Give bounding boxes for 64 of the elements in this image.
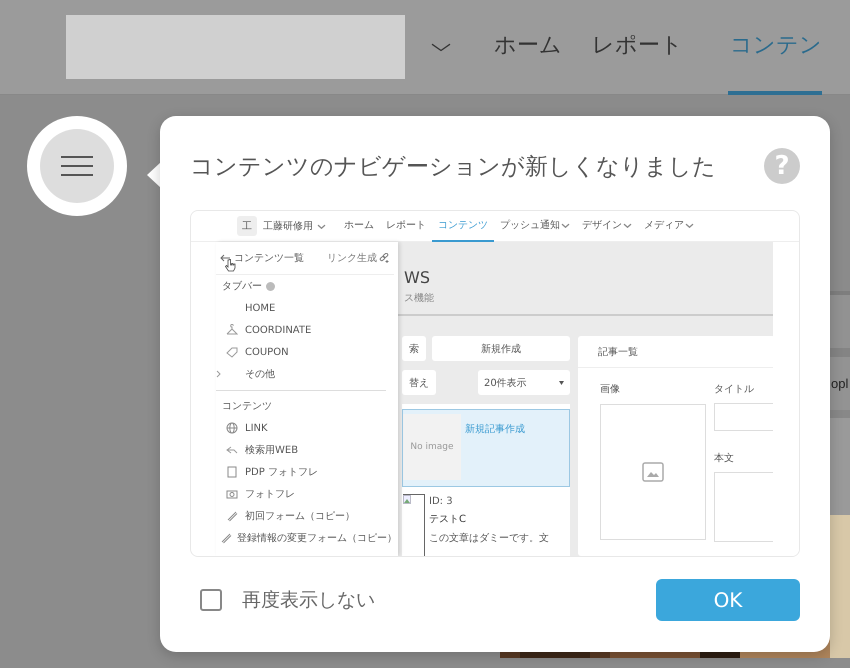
section-label: コンテンツ — [222, 400, 272, 413]
menu-item[interactable]: その他 — [245, 367, 275, 381]
field-label: 本文 — [714, 452, 735, 465]
image-drop-area[interactable] — [600, 404, 706, 540]
nav-tab[interactable]: レポート — [577, 0, 698, 94]
new-button[interactable]: 新規作成 — [432, 336, 570, 361]
nav-tab[interactable]: ホーム — [338, 211, 380, 242]
back-arrow-icon — [220, 254, 230, 262]
brand-badge: 工 — [237, 216, 257, 236]
chevron-down-icon — [561, 222, 570, 228]
menu-item[interactable]: 検索用WEB — [245, 443, 298, 457]
link-icon — [379, 253, 390, 263]
page-icon — [226, 466, 238, 478]
hanger-icon — [226, 324, 238, 336]
page-title: WS — [404, 268, 431, 287]
arrow-icon — [226, 444, 238, 456]
menu-item[interactable]: 登録情報の変更フォーム（コピー） — [237, 531, 397, 545]
chevron-right-icon — [216, 370, 221, 378]
article-item[interactable]: ID: 3 テストC この文章はダミーです。文 — [402, 487, 570, 556]
field-label: タイトル — [714, 383, 755, 396]
section-label: タブバー — [222, 280, 262, 293]
checkbox[interactable] — [200, 589, 222, 611]
nav-tab[interactable]: メディア — [638, 211, 700, 242]
search-button[interactable]: 索 — [402, 336, 426, 361]
link-generate-button[interactable]: リンク生成 — [327, 251, 390, 265]
dialog-title: コンテンツのナビゲーションが新しくなりました — [190, 152, 716, 182]
globe-icon — [226, 422, 238, 434]
menu-item[interactable]: COORDINATE — [245, 324, 312, 336]
per-page-select[interactable]: 20件表示 — [478, 370, 570, 395]
article-title: テストC — [429, 513, 467, 526]
sort-button[interactable]: 替え — [402, 370, 436, 395]
caret-icon — [559, 380, 564, 384]
menu-item[interactable]: LINK — [245, 422, 268, 434]
hand-cursor-icon — [225, 259, 236, 272]
account-name[interactable]: 工藤研修用 — [263, 219, 313, 233]
card-text: opl — [831, 376, 848, 391]
page-subtitle: ス機能 — [404, 292, 435, 305]
article-id: ID: 3 — [429, 496, 454, 507]
pencil-icon — [220, 532, 232, 544]
pencil-icon — [226, 510, 238, 522]
image-icon — [642, 462, 664, 482]
chevron-down-icon — [623, 222, 632, 228]
chevron-down-icon — [317, 222, 326, 230]
menu-icon — [61, 154, 93, 178]
menu-item[interactable]: PDP フォトフレ — [245, 465, 318, 479]
field-label: 画像 — [600, 383, 621, 396]
camera-icon — [226, 488, 238, 500]
article-excerpt: この文章はダミーです。文 — [429, 532, 549, 545]
menu-item[interactable]: 初回フォーム（コピー） — [245, 509, 355, 523]
checkbox-label: 再度表示しない — [242, 588, 375, 613]
back-link[interactable]: コンテンツ一覧 — [220, 251, 304, 265]
no-image-text: No image — [410, 442, 454, 452]
tag-icon — [226, 346, 238, 358]
broken-image-icon — [403, 495, 411, 504]
chevron-down-icon — [685, 222, 694, 228]
nav-tab[interactable]: デザイン — [576, 211, 638, 242]
nav-tab[interactable]: プッシュ通知 — [494, 211, 576, 242]
menu-item[interactable]: フォトフレ — [245, 487, 295, 501]
article-title: 新規記事作成 — [465, 422, 525, 437]
menu-item[interactable]: COUPON — [245, 346, 289, 358]
nav-tab[interactable]: ホーム — [479, 0, 577, 94]
nav-tab[interactable]: レポート — [380, 211, 432, 242]
menu-item[interactable]: HOME — [245, 302, 276, 314]
help-icon — [266, 282, 275, 290]
